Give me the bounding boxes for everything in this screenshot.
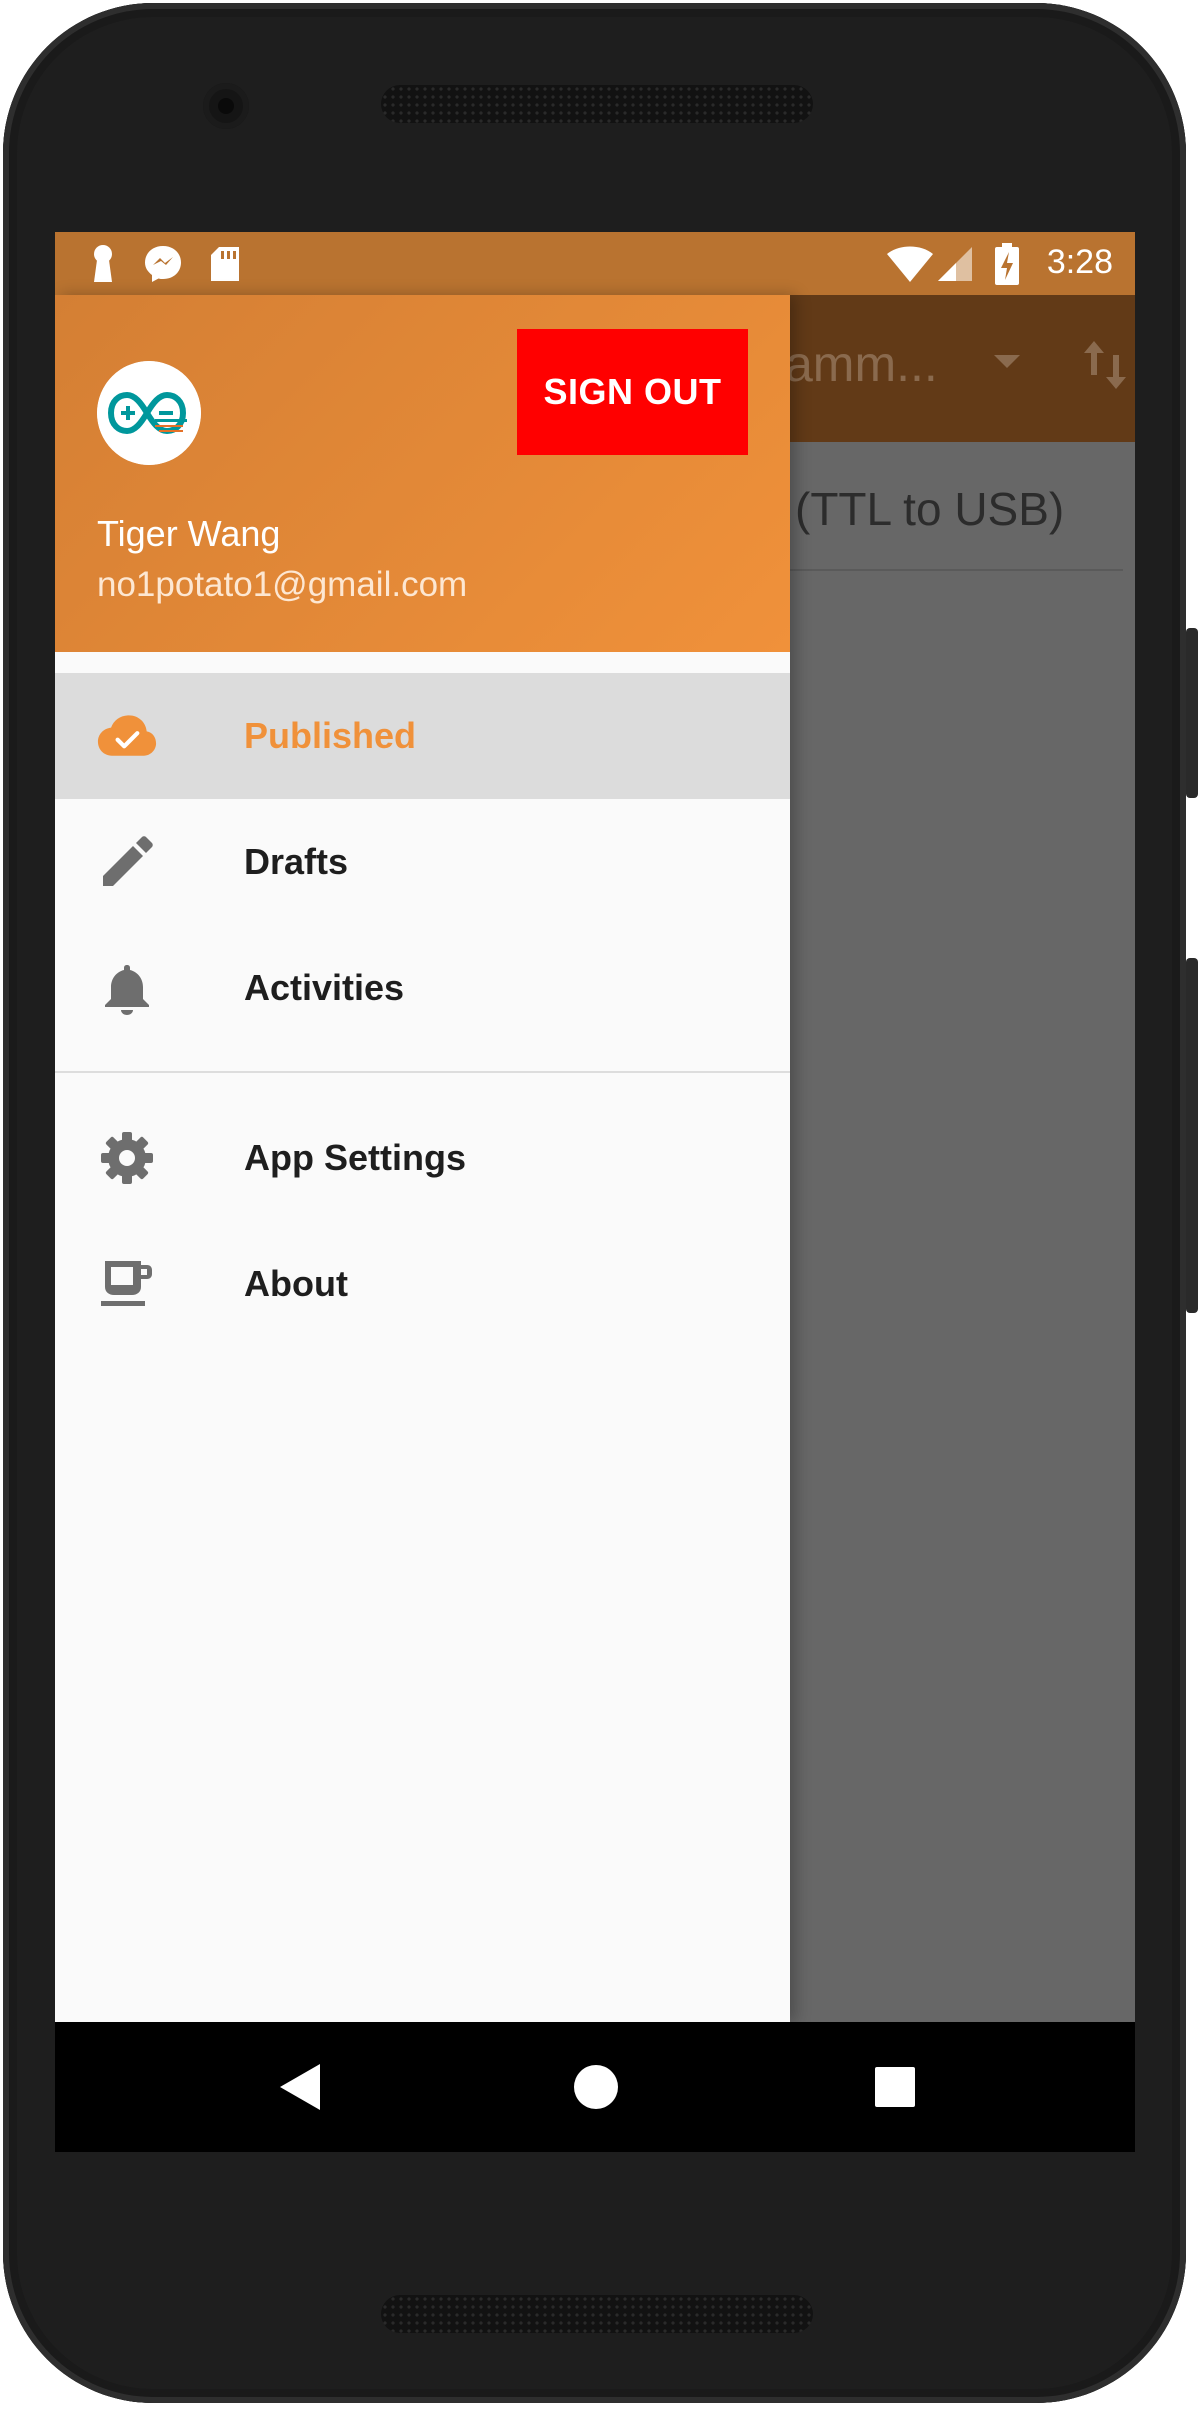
drawer-item-drafts[interactable]: Drafts (55, 799, 790, 925)
drawer-item-activities[interactable]: Activities (55, 925, 790, 1051)
signal-icon (935, 244, 975, 284)
keyhole-icon (83, 244, 123, 284)
sd-card-icon (205, 244, 245, 284)
power-button (1186, 628, 1198, 798)
drawer-divider (55, 1071, 790, 1073)
navigation-drawer: SIGN OUT Tiger Wang no1potato1@gmail.com… (55, 295, 790, 2022)
user-name: Tiger Wang (97, 513, 281, 554)
dropdown-arrow-icon[interactable] (994, 355, 1020, 368)
front-camera (203, 83, 249, 129)
wifi-icon (885, 244, 935, 284)
screen: 3:28 amm... (TTL to USB) + (55, 232, 1135, 2152)
bottom-speaker (381, 2295, 813, 2333)
status-bar: 3:28 (55, 232, 1135, 295)
clock: 3:28 (1046, 243, 1113, 281)
toolbar-title[interactable]: amm... (785, 335, 938, 393)
cloud-done-icon (97, 706, 157, 766)
avatar (97, 361, 201, 465)
drawer-item-label: App Settings (244, 1137, 466, 1178)
drawer-item-label: Activities (244, 967, 405, 1008)
back-button[interactable] (265, 2052, 335, 2122)
drawer-item-label: Published (244, 715, 417, 756)
arduino-logo-icon (97, 361, 201, 465)
messenger-icon (143, 244, 183, 284)
drawer-item-label: Drafts (244, 841, 349, 882)
top-speaker (381, 85, 813, 123)
pencil-icon (97, 832, 157, 892)
row-divider (785, 569, 1123, 571)
project-row-text: (TTL to USB) (795, 483, 1065, 535)
home-button[interactable] (561, 2052, 631, 2122)
drawer-item-published[interactable]: Published (55, 673, 790, 799)
drawer-item-label: About (244, 1263, 348, 1304)
gear-icon (97, 1128, 157, 1188)
bell-icon (97, 958, 157, 1018)
system-navigation-bar (55, 2022, 1135, 2152)
sign-out-button[interactable]: SIGN OUT (517, 329, 748, 455)
drawer-item-about[interactable]: About (55, 1221, 790, 1347)
battery-charging-icon (987, 243, 1027, 285)
drawer-header: SIGN OUT Tiger Wang no1potato1@gmail.com (55, 295, 790, 652)
recents-button[interactable] (860, 2052, 930, 2122)
sort-icon[interactable] (1080, 335, 1130, 395)
drawer-item-app-settings[interactable]: App Settings (55, 1095, 790, 1221)
coffee-icon (97, 1254, 157, 1314)
user-email: no1potato1@gmail.com (97, 565, 468, 604)
volume-button (1186, 958, 1198, 1313)
